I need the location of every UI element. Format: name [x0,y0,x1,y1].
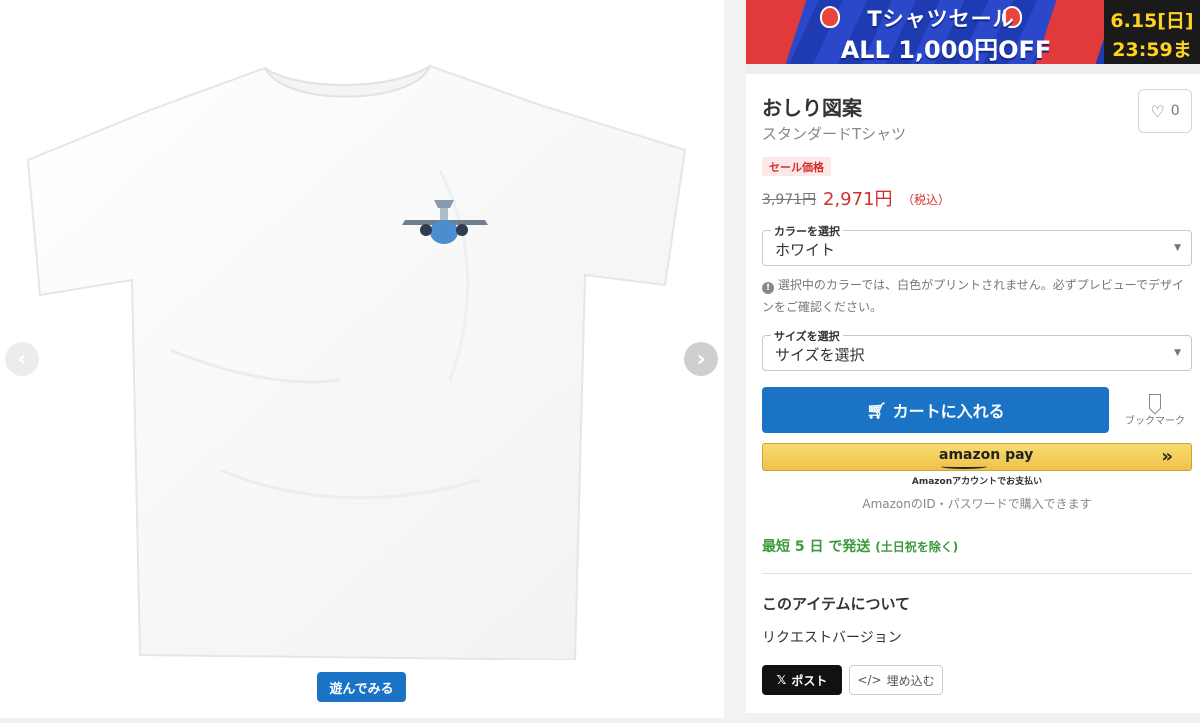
banner-date: 6.15[日] [1110,10,1194,32]
shipping-text: 最短 5 日 で発送 [762,539,871,555]
code-icon: </> [857,673,882,687]
cart-icon: 🛒︎ [866,400,887,420]
product-panel: Tシャツセール ALL 1,000円OFF 6.15[日] 23:59まで おし… [746,0,1200,723]
banner-subtitle: ALL 1,000円OFF [840,36,1052,64]
amazon-pay-logo: amazon pay [939,447,1034,469]
section-divider [762,573,1192,574]
banner-deadline: 6.15[日] 23:59まで [1104,0,1200,64]
size-select[interactable]: サイズを選択 サイズを選択 ▼ [762,328,1192,371]
shipping-note: (土日祝を除く) [875,540,959,554]
bookmark-label: ブックマーク [1125,416,1185,427]
color-notice-text: 選択中のカラーでは、白色がプリントされません。必ずプレビューでデザインをご確認く… [762,278,1185,314]
color-select-label: カラーを選択 [771,223,843,239]
bookmark-button[interactable]: ブックマーク [1122,394,1188,427]
chevron-right-icon: › [696,346,706,372]
panel-bottom-divider [746,713,1200,723]
size-select-label: サイズを選択 [771,328,843,344]
product-title: おしり図案 [762,96,862,120]
amazon-pay-logo-text: amazon pay [939,447,1034,463]
product-gallery: ‹ › 遊んでみる [0,0,724,723]
gallery-next-button[interactable]: › [684,342,718,376]
chevron-left-icon: ‹ [17,346,27,372]
about-text: リクエストバージョン [762,630,902,646]
banner-title: Tシャツセール [867,7,1015,31]
gallery-bottom-divider [0,718,724,723]
shipping-estimate: 最短 5 日 で発送 (土日祝を除く) [762,536,958,556]
x-logo-icon: 𝕏 [776,673,787,687]
embed-label: 埋め込む [886,673,935,688]
amazon-pay-button[interactable]: amazon pay » [762,443,1192,471]
banner-divider [746,64,1200,74]
product-image-tshirt [26,63,687,660]
gallery-prev-button[interactable]: ‹ [5,342,39,376]
x-post-button[interactable]: 𝕏 ポスト [762,665,842,695]
amazon-pay-caption: Amazonアカウントでお支払い [911,477,1043,487]
amazon-smile-icon [941,464,987,469]
sale-price: 2,971円 [823,189,893,210]
size-select-value: サイズを選択 [775,346,865,364]
color-select[interactable]: カラーを選択 ホワイト ▼ [762,223,1192,266]
product-subtitle[interactable]: スタンダードTシャツ [762,123,906,144]
color-select-value: ホワイト [775,241,836,259]
column-divider [724,0,746,723]
add-to-cart-label: カートに入れる [892,402,1005,421]
caret-down-icon: ▼ [1174,348,1181,358]
heart-icon: ♡ [1150,101,1165,121]
color-notice: ! 選択中のカラーでは、白色がプリントされません。必ずプレビューでデザインをご確… [762,274,1194,318]
bookmark-icon [1149,394,1161,409]
banner-time: 23:59まで [1112,39,1192,61]
like-button[interactable]: ♡ 0 [1138,89,1192,133]
like-count: 0 [1170,103,1180,119]
original-price: 3,971円 [762,192,817,208]
double-chevron-right-icon: » [1161,446,1173,467]
add-to-cart-button[interactable]: 🛒︎ カートに入れる [762,387,1109,433]
amazon-pay-note: AmazonのID・パスワードで購入できます [862,497,1092,511]
x-post-label: ポスト [791,673,828,688]
sale-banner[interactable]: Tシャツセール ALL 1,000円OFF 6.15[日] 23:59まで [746,0,1200,64]
about-heading: このアイテムについて [762,595,911,613]
sale-badge: セール価格 [762,157,831,176]
caret-down-icon: ▼ [1174,243,1181,253]
tax-note: （税込） [902,193,951,207]
embed-button[interactable]: </> 埋め込む [849,665,943,695]
info-icon: ! [762,282,774,294]
play-button[interactable]: 遊んでみる [317,672,406,702]
